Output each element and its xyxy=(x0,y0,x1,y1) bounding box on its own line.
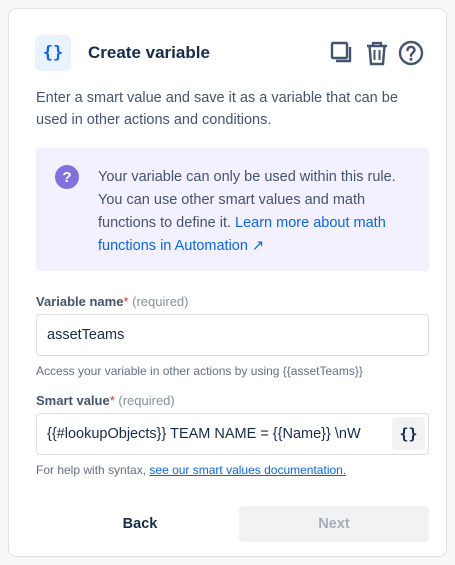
smart-value-input[interactable] xyxy=(37,414,379,454)
variable-name-helper: Access your variable in other actions by… xyxy=(36,364,363,378)
required-hint: (required) xyxy=(118,393,175,408)
smart-values-docs-link[interactable]: see our smart values documentation. xyxy=(149,463,346,477)
help-button[interactable] xyxy=(397,39,425,67)
required-mark: * xyxy=(109,393,115,408)
info-panel: ? Your variable can only be used within … xyxy=(36,148,429,271)
panel-header: {} Create variable xyxy=(35,35,429,73)
variable-name-field[interactable] xyxy=(36,314,429,356)
variable-name-label-text: Variable name xyxy=(36,294,124,309)
next-button[interactable]: Next xyxy=(239,506,429,542)
required-mark: * xyxy=(123,294,129,309)
smart-value-label-text: Smart value xyxy=(36,393,110,408)
back-button[interactable]: Back xyxy=(45,506,235,542)
variable-icon: {} xyxy=(35,35,71,71)
help-icon xyxy=(398,40,424,66)
required-hint: (required) xyxy=(132,294,189,309)
smart-value-helper-text: For help with syntax, xyxy=(36,463,147,477)
duplicate-button[interactable] xyxy=(328,39,356,67)
smart-value-label: Smart value* (required) xyxy=(36,393,175,408)
trash-icon xyxy=(367,41,387,66)
intro-text: Enter a smart value and save it as a var… xyxy=(36,90,398,128)
smart-value-field[interactable]: {} xyxy=(36,413,429,455)
create-variable-panel: {} Create variable Enter a smart value a… xyxy=(8,8,447,557)
variable-name-label: Variable name* (required) xyxy=(36,294,189,309)
smart-value-helper: For help with syntax, see our smart valu… xyxy=(36,463,346,477)
question-icon: ? xyxy=(55,165,79,189)
panel-title: Create variable xyxy=(88,43,210,62)
variable-name-input[interactable] xyxy=(37,315,428,355)
insert-smart-value-button[interactable]: {} xyxy=(392,417,425,450)
duplicate-icon xyxy=(330,41,352,63)
delete-button[interactable] xyxy=(363,39,391,67)
info-text: Your variable can only be used within th… xyxy=(98,166,398,258)
